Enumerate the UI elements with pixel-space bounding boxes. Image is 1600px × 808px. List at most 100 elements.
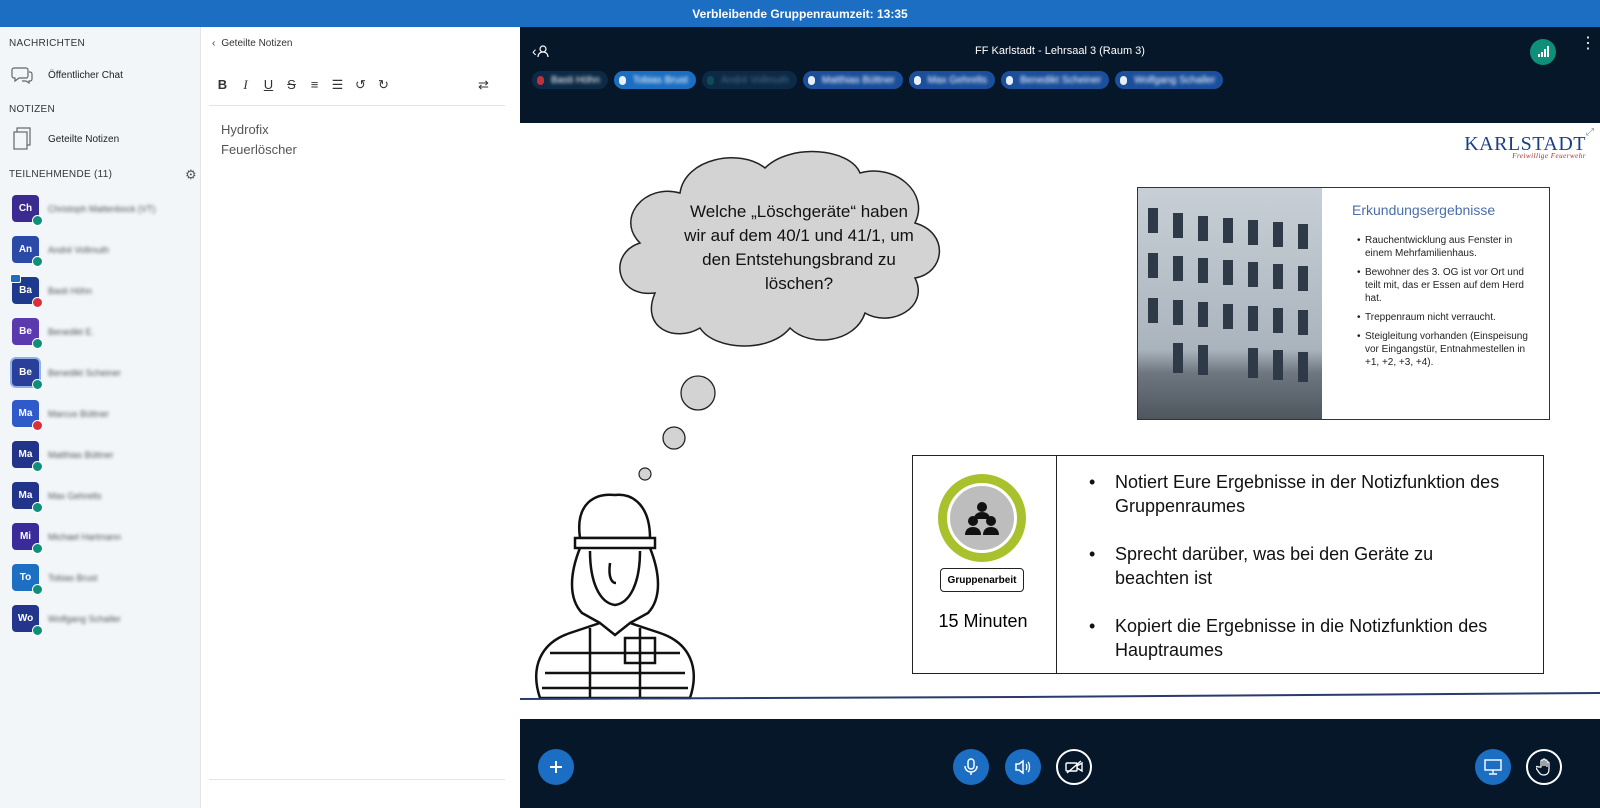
participant-item[interactable]: Wo Wolfgang Schaller — [12, 605, 121, 636]
talker-name: Max Gehrelts — [927, 74, 988, 86]
participant-item[interactable]: To Tobias Brust — [12, 564, 98, 595]
participant-item[interactable]: Ch Christoph Mattenbock (VT) — [12, 195, 156, 226]
task-item: Sprecht darüber, was bei den Geräte zu b… — [1089, 542, 1509, 590]
mic-icon — [32, 256, 43, 267]
participant-item[interactable]: Ma Max Gehrelts — [12, 482, 102, 513]
group-work-label: Gruppenarbeit — [940, 568, 1024, 592]
participant-name: Basti Höhn — [48, 285, 93, 296]
bubble-question: Welche „Löschgeräte“ haben wir auf dem 4… — [684, 202, 914, 293]
task-item: Kopiert die Ergebnisse in die Notizfunkt… — [1089, 614, 1509, 662]
bullet-list-button[interactable]: ☰ — [328, 75, 347, 94]
avatar: Ma — [12, 441, 43, 472]
avatar-initials: Wo — [17, 613, 34, 624]
more-options-icon[interactable]: ⋮ — [1580, 36, 1596, 52]
participant-item[interactable]: Be Benedikt E. — [12, 318, 95, 349]
talker-chip[interactable]: Benedikt Scheiner — [1001, 71, 1110, 89]
participant-item[interactable]: Ba Basti Höhn — [10, 274, 93, 308]
muted-mic-icon — [32, 420, 43, 431]
mic-icon — [32, 543, 43, 554]
participant-item[interactable]: Be Benedikt Scheiner — [12, 359, 122, 390]
notes-editor[interactable]: Hydrofix Feuerlöscher — [221, 120, 297, 160]
breakout-timer-text: Verbleibende Gruppenraumzeit: 13:35 — [692, 6, 908, 21]
meeting-controls-bar — [520, 719, 1600, 808]
avatar-initials: An — [18, 244, 33, 255]
building-photo — [1138, 188, 1322, 419]
participant-item[interactable]: An André Vollmuth — [12, 236, 109, 267]
avatar-initials: Ma — [18, 490, 33, 501]
undo-button[interactable]: ↺ — [351, 75, 370, 94]
task-list: Notiert Eure Ergebnisse in der Notizfunk… — [1057, 456, 1509, 673]
talker-chip[interactable]: André Vollmuth — [701, 71, 797, 89]
public-chat-item[interactable]: Öffentlicher Chat — [10, 63, 123, 87]
avatar: Mi — [12, 523, 43, 554]
task-item: Notiert Eure Ergebnisse in der Notizfunk… — [1089, 470, 1509, 518]
settings-gear-icon[interactable]: ⚙ — [185, 167, 197, 183]
avatar-initials: Be — [19, 326, 32, 337]
italic-button[interactable]: I — [236, 75, 255, 94]
connection-status-icon[interactable] — [1530, 39, 1556, 65]
audio-button[interactable] — [1005, 749, 1041, 785]
mic-icon — [1120, 75, 1128, 85]
switch-icon[interactable]: ⇄ — [474, 75, 493, 94]
camera-button[interactable] — [1056, 749, 1092, 785]
notes-back-button[interactable]: ‹ Geteilte Notizen — [212, 38, 293, 49]
inset-title: Erkundungsergebnisse — [1352, 202, 1496, 218]
mic-icon — [32, 461, 43, 472]
hand-icon — [1536, 758, 1550, 776]
mic-icon — [32, 502, 43, 513]
talker-chip[interactable]: Tobias Brust — [613, 71, 696, 89]
actions-plus-button[interactable] — [538, 749, 574, 785]
underline-button[interactable]: U — [259, 75, 278, 94]
mic-icon — [32, 338, 43, 349]
participant-item[interactable]: Ma Matthias Büttner — [12, 441, 114, 472]
talker-chip[interactable]: Max Gehrelts — [908, 71, 996, 89]
avatar-initials: To — [19, 572, 32, 583]
microphone-button[interactable] — [953, 749, 989, 785]
participant-name: Marcus Büttner — [48, 408, 110, 419]
participant-name: Max Gehrelts — [48, 490, 102, 501]
strikethrough-button[interactable]: S — [282, 75, 301, 94]
chevron-left-icon: ‹ — [212, 38, 216, 49]
avatar: Be — [12, 318, 43, 349]
room-title: FF Karlstadt - Lehrsaal 3 (Raum 3) — [975, 45, 1145, 57]
avatar-initials: Ma — [18, 449, 33, 460]
messages-section-title: NACHRICHTEN — [9, 38, 86, 49]
avatar: Be — [12, 359, 43, 390]
raise-hand-button[interactable] — [1526, 749, 1562, 785]
mic-icon — [537, 75, 544, 85]
muted-mic-icon — [32, 297, 43, 308]
participant-name: Wolfgang Schaller — [48, 613, 121, 624]
speaker-icon — [1015, 759, 1031, 775]
microphone-icon — [964, 758, 978, 775]
notes-icon — [10, 127, 34, 151]
breakout-timer-bar: Verbleibende Gruppenraumzeit: 13:35 — [0, 0, 1600, 27]
notes-toolbar: B I U S ≡ ☰ ↺ ↻ ⇄ — [213, 75, 503, 94]
bold-button[interactable]: B — [213, 75, 232, 94]
avatar: To — [12, 564, 43, 595]
mic-icon — [618, 75, 626, 85]
mic-icon — [32, 625, 43, 636]
meeting-area: ‹ FF Karlstadt - Lehrsaal 3 (Raum 3) ⋮ B… — [520, 27, 1600, 808]
mic-icon — [807, 75, 815, 85]
mic-icon — [913, 75, 921, 85]
presentation-button[interactable] — [1475, 749, 1511, 785]
participant-item[interactable]: Ma Marcus Büttner — [12, 400, 110, 431]
firefighter-drawing — [535, 493, 695, 700]
participant-name: Benedikt Scheiner — [48, 367, 122, 378]
talker-name: Tobias Brust — [632, 74, 688, 86]
avatar: Ma — [12, 400, 43, 431]
camera-off-icon — [1065, 760, 1083, 774]
participant-name: Benedikt E. — [48, 326, 95, 337]
inset-list: Rauchentwicklung aus Fenster in einem Me… — [1357, 234, 1537, 375]
participant-item[interactable]: Mi Michael Hartmann — [12, 523, 121, 554]
shared-notes-panel: ‹ Geteilte Notizen B I U S ≡ ☰ ↺ ↻ ⇄ Hydr… — [200, 27, 510, 808]
talker-name: André Vollmuth — [720, 74, 789, 86]
notes-toolbar-divider — [209, 105, 505, 106]
talker-chip[interactable]: Basti Höhn — [532, 71, 608, 89]
participants-section-title: TEILNEHMENDE (11) — [9, 169, 113, 180]
talker-chip[interactable]: Wolfgang Schaller — [1115, 71, 1224, 89]
redo-button[interactable]: ↻ — [374, 75, 393, 94]
talker-chip[interactable]: Matthias Büttner — [802, 71, 903, 89]
shared-notes-item[interactable]: Geteilte Notizen — [10, 127, 119, 151]
ordered-list-button[interactable]: ≡ — [305, 75, 324, 94]
